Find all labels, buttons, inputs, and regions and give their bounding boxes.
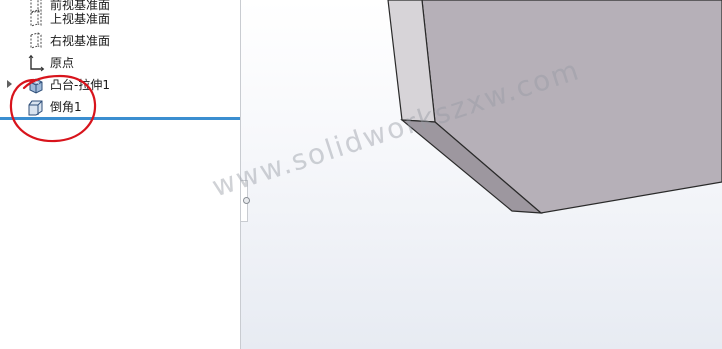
tree-item-boss-extrude[interactable]: 凸台-拉伸1 (0, 75, 240, 95)
plane-icon (27, 32, 45, 50)
origin-icon (27, 54, 45, 72)
graphics-area[interactable] (241, 0, 722, 349)
tree-item-label: 凸台-拉伸1 (50, 78, 110, 92)
boss-extrude-icon (27, 76, 45, 94)
splitter-grip-icon[interactable] (243, 197, 250, 204)
tree-item-right-plane[interactable]: 右视基准面 (0, 31, 240, 51)
part-top-face[interactable] (421, 0, 722, 214)
solidworks-window: 前视基准面 上视基准面 右视基准面 原点 凸台-拉伸1 倒角1 www.soli… (0, 0, 722, 349)
feature-manager-tree: 前视基准面 上视基准面 右视基准面 原点 凸台-拉伸1 倒角1 (0, 0, 241, 349)
tree-item-label: 倒角1 (50, 100, 82, 114)
tree-item-label: 原点 (50, 56, 75, 70)
tree-item-label: 右视基准面 (50, 34, 111, 48)
tree-item-origin[interactable]: 原点 (0, 53, 240, 73)
tree-item-label: 上视基准面 (50, 12, 111, 26)
part-model[interactable] (241, 0, 722, 349)
tree-item-top-plane[interactable]: 上视基准面 (0, 9, 240, 29)
plane-icon (27, 10, 45, 28)
expand-arrow-icon[interactable] (7, 80, 12, 88)
chamfer-icon (27, 98, 45, 116)
rollback-bar[interactable] (0, 117, 240, 120)
tree-item-chamfer[interactable]: 倒角1 (0, 97, 240, 117)
